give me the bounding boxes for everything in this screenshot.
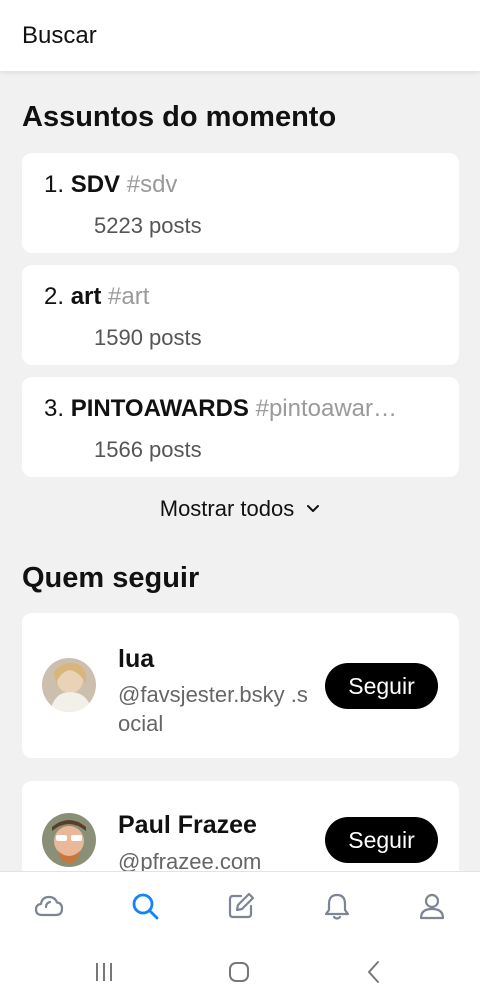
bottom-tab-bar	[0, 871, 480, 941]
trend-name: SDV	[70, 171, 121, 198]
profile-icon[interactable]	[414, 888, 450, 924]
page-title: Buscar	[22, 21, 97, 49]
user-display-name: lua	[118, 645, 155, 673]
chevron-down-icon	[306, 501, 320, 519]
trend-post-count: 1590 posts	[94, 325, 202, 350]
follow-suggestion-card[interactable]: Paul Frazee @pfrazee.com Seguir	[22, 781, 459, 881]
trend-post-count: 1566 posts	[94, 437, 202, 462]
trend-rank: 2.	[44, 283, 65, 310]
home-button-icon[interactable]	[224, 957, 254, 987]
back-icon[interactable]	[359, 957, 389, 987]
user-display-name: Paul Frazee	[118, 811, 257, 839]
trend-rank: 3.	[44, 395, 65, 422]
trend-hashtag: #art	[108, 283, 150, 310]
show-all-button[interactable]: Mostrar todos	[0, 496, 480, 522]
trend-name: PINTOAWARDS	[70, 395, 249, 422]
trend-rank: 1.	[44, 171, 65, 198]
notifications-icon[interactable]	[319, 888, 355, 924]
follow-suggestion-card[interactable]: lua @favsjester.bsky .social Seguir	[22, 613, 459, 758]
follow-section-title: Quem seguir	[22, 562, 200, 594]
system-navigation-bar	[0, 941, 480, 1000]
trend-item[interactable]: 2. art #art 1590 posts	[22, 265, 459, 365]
avatar[interactable]	[42, 658, 96, 712]
top-bar: Buscar	[0, 0, 480, 71]
user-handle: @favsjester.bsky .social	[118, 682, 308, 736]
compose-icon[interactable]	[223, 888, 259, 924]
trend-hashtag: #pintoawar…	[255, 395, 398, 422]
home-icon[interactable]	[31, 888, 67, 924]
trend-name: art	[70, 283, 102, 310]
trend-post-count: 5223 posts	[94, 213, 202, 238]
recent-apps-icon[interactable]	[89, 957, 119, 987]
trending-section-title: Assuntos do momento	[22, 101, 337, 133]
search-icon[interactable]	[127, 888, 163, 924]
trend-hashtag: #sdv	[126, 171, 178, 198]
follow-button[interactable]: Seguir	[325, 817, 438, 863]
avatar[interactable]	[42, 813, 96, 867]
trend-item[interactable]: 3. PINTOAWARDS #pintoawar… 1566 posts	[22, 377, 459, 477]
follow-button[interactable]: Seguir	[325, 663, 438, 709]
show-all-label: Mostrar todos	[159, 496, 295, 521]
trend-item[interactable]: 1. SDV #sdv 5223 posts	[22, 153, 459, 253]
